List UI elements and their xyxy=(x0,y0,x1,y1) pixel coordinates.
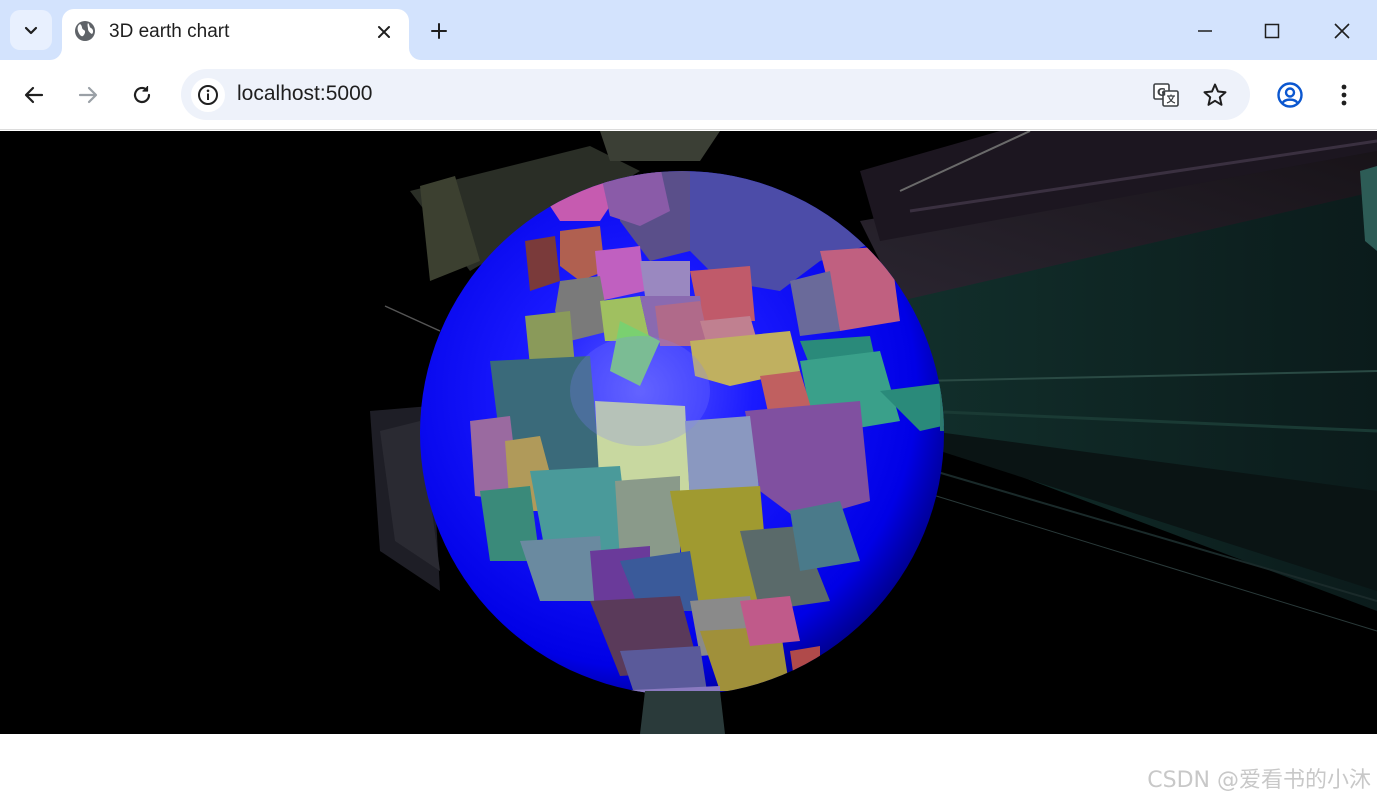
extruded-bars-bottom xyxy=(640,691,725,734)
globe-highlight xyxy=(570,336,710,446)
globe-3d-scene[interactable] xyxy=(0,131,1377,734)
close-icon xyxy=(1334,23,1350,39)
tab-close-icon[interactable] xyxy=(372,20,396,44)
more-vertical-icon xyxy=(1341,84,1347,106)
maximize-button[interactable] xyxy=(1249,12,1295,50)
forward-button[interactable] xyxy=(68,75,108,115)
page-viewport: CSDN @爱看书的小沐 xyxy=(0,131,1377,802)
tab-active[interactable]: 3D earth chart xyxy=(62,9,409,60)
tab-title: 3D earth chart xyxy=(109,21,230,42)
new-tab-button[interactable] xyxy=(425,17,453,45)
arrow-right-icon xyxy=(78,86,98,104)
site-info-button[interactable] xyxy=(191,78,225,112)
arrow-left-icon xyxy=(24,86,44,104)
account-icon xyxy=(1277,82,1303,108)
minimize-icon xyxy=(1198,30,1212,32)
bookmark-star-icon[interactable] xyxy=(1201,81,1229,109)
window-close-button[interactable] xyxy=(1319,12,1365,50)
svg-text:G: G xyxy=(1157,86,1166,99)
back-button[interactable] xyxy=(14,75,54,115)
url-text[interactable]: localhost:5000 xyxy=(237,82,372,106)
watermark-text: CSDN @爱看书的小沐 xyxy=(1147,768,1371,793)
browser-toolbar: localhost:5000 G xyxy=(0,60,1377,130)
reload-button[interactable] xyxy=(122,75,162,115)
translate-icon[interactable]: G xyxy=(1152,81,1180,109)
tab-strip: 3D earth chart xyxy=(0,0,1377,60)
tab-search-button[interactable] xyxy=(10,10,52,50)
info-icon xyxy=(198,85,218,105)
minimize-button[interactable] xyxy=(1182,12,1228,50)
globe-icon xyxy=(74,20,96,42)
chevron-down-icon xyxy=(24,26,38,35)
menu-button[interactable] xyxy=(1324,75,1364,115)
reload-icon xyxy=(133,86,151,104)
earth-chart-canvas[interactable] xyxy=(0,131,1377,734)
maximize-icon xyxy=(1264,23,1280,39)
address-bar[interactable]: localhost:5000 G xyxy=(181,69,1250,120)
profile-button[interactable] xyxy=(1270,75,1310,115)
plus-icon xyxy=(431,23,447,39)
